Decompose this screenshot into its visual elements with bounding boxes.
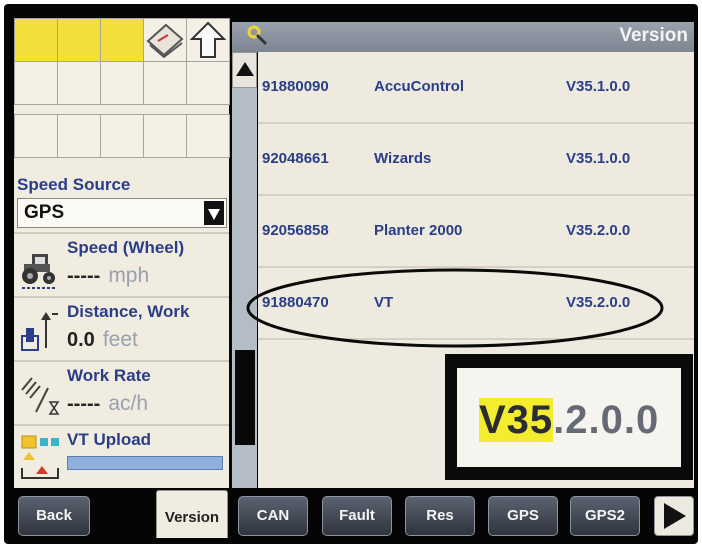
module-version: V35.1.0.0 <box>566 150 631 167</box>
work-rate-value: ----- <box>67 393 101 415</box>
softkey-2[interactable] <box>57 18 101 62</box>
softkey-6[interactable] <box>14 61 58 105</box>
back-button[interactable]: Back <box>18 496 90 536</box>
softkey-7[interactable] <box>57 61 101 105</box>
softkey-14[interactable] <box>143 114 187 158</box>
softkey-1[interactable] <box>14 18 58 62</box>
tab-can[interactable]: CAN <box>238 496 308 536</box>
distance-title: Distance, Work <box>67 302 190 321</box>
tab-version[interactable]: Version <box>156 490 228 538</box>
scroll-up-button[interactable] <box>232 52 257 88</box>
zoom-callout: V35.2.0.0 <box>445 354 693 480</box>
speed-source-value: GPS <box>24 202 65 223</box>
vt-upload-title: VT Upload <box>67 430 152 449</box>
softkey-13[interactable] <box>100 114 144 158</box>
work-rate-value-line: ----- ac/h <box>67 392 148 416</box>
book-softkey[interactable] <box>143 18 187 62</box>
chevron-down-icon <box>204 201 224 225</box>
module-version: V35.1.0.0 <box>566 78 631 95</box>
tab-gps2[interactable]: GPS2 <box>570 496 640 536</box>
zoom-version-text: V35.2.0.0 <box>479 398 659 443</box>
scroll-thumb[interactable] <box>235 350 255 445</box>
distance-value-line: 0.0 feet <box>67 328 138 352</box>
left-panel: Speed Source GPS Speed (Wheel) ----- mph … <box>14 18 230 488</box>
part-number: 91880090 <box>262 78 329 95</box>
tab-res[interactable]: Res <box>405 496 475 536</box>
speed-title: Speed (Wheel) <box>67 238 185 257</box>
up-arrow-softkey[interactable] <box>186 18 230 62</box>
distance-value: 0.0 <box>67 329 95 351</box>
softkey-15[interactable] <box>186 114 230 158</box>
vt-upload-icon <box>21 435 59 479</box>
bottom-tab-bar: Back Version CAN Fault Res GPS GPS2 <box>14 490 694 540</box>
speed-source-label: Speed Source <box>17 175 131 194</box>
softkey-10[interactable] <box>186 61 230 105</box>
speed-source-dropdown[interactable]: GPS <box>17 198 227 228</box>
list-item[interactable]: 92048661 Wizards V35.1.0.0 <box>258 124 694 196</box>
zoom-version-highlight: V35 <box>479 398 554 442</box>
zoom-callout-panel: V35.2.0.0 <box>457 368 681 467</box>
work-rate-widget[interactable]: Work Rate ----- ac/h <box>14 360 229 424</box>
distance-icon <box>21 312 58 351</box>
softkey-12[interactable] <box>57 114 101 158</box>
part-number: 92048661 <box>262 150 329 167</box>
tab-gps[interactable]: GPS <box>488 496 558 536</box>
softkey-3[interactable] <box>100 18 144 62</box>
module-name: Planter 2000 <box>374 222 463 239</box>
distance-unit: feet <box>102 328 138 351</box>
module-name: AccuControl <box>374 78 464 95</box>
speed-widget[interactable]: Speed (Wheel) ----- mph <box>14 232 229 296</box>
wrench-icon <box>247 25 268 46</box>
part-number: 92056858 <box>262 222 329 239</box>
next-page-button[interactable] <box>654 496 694 536</box>
softkey-9[interactable] <box>143 61 187 105</box>
zoom-version-rest: .2.0.0 <box>553 398 660 442</box>
distance-widget[interactable]: Distance, Work 0.0 feet <box>14 296 229 360</box>
vt-upload-widget[interactable]: VT Upload <box>14 424 229 488</box>
softkey-11[interactable] <box>14 114 58 158</box>
speed-value: ----- <box>67 265 101 287</box>
page-header: Version <box>232 22 694 52</box>
work-rate-icon <box>21 377 60 415</box>
page-title: Version <box>619 25 688 46</box>
vt-upload-progress-bar <box>67 456 223 470</box>
work-rate-title: Work Rate <box>67 366 151 385</box>
work-rate-unit: ac/h <box>108 392 149 415</box>
speed-value-line: ----- mph <box>67 264 149 288</box>
list-item[interactable]: 91880090 AccuControl V35.1.0.0 <box>258 52 694 124</box>
highlight-ellipse <box>246 268 664 348</box>
up-arrow-icon <box>189 21 227 58</box>
tractor-icon <box>22 254 56 289</box>
module-name: Wizards <box>374 150 432 167</box>
speed-unit: mph <box>108 264 150 287</box>
module-version: V35.2.0.0 <box>566 222 631 239</box>
tab-fault[interactable]: Fault <box>322 496 392 536</box>
list-item[interactable]: 92056858 Planter 2000 V35.2.0.0 <box>258 196 694 268</box>
book-icon <box>146 23 184 59</box>
softkey-8[interactable] <box>100 61 144 105</box>
